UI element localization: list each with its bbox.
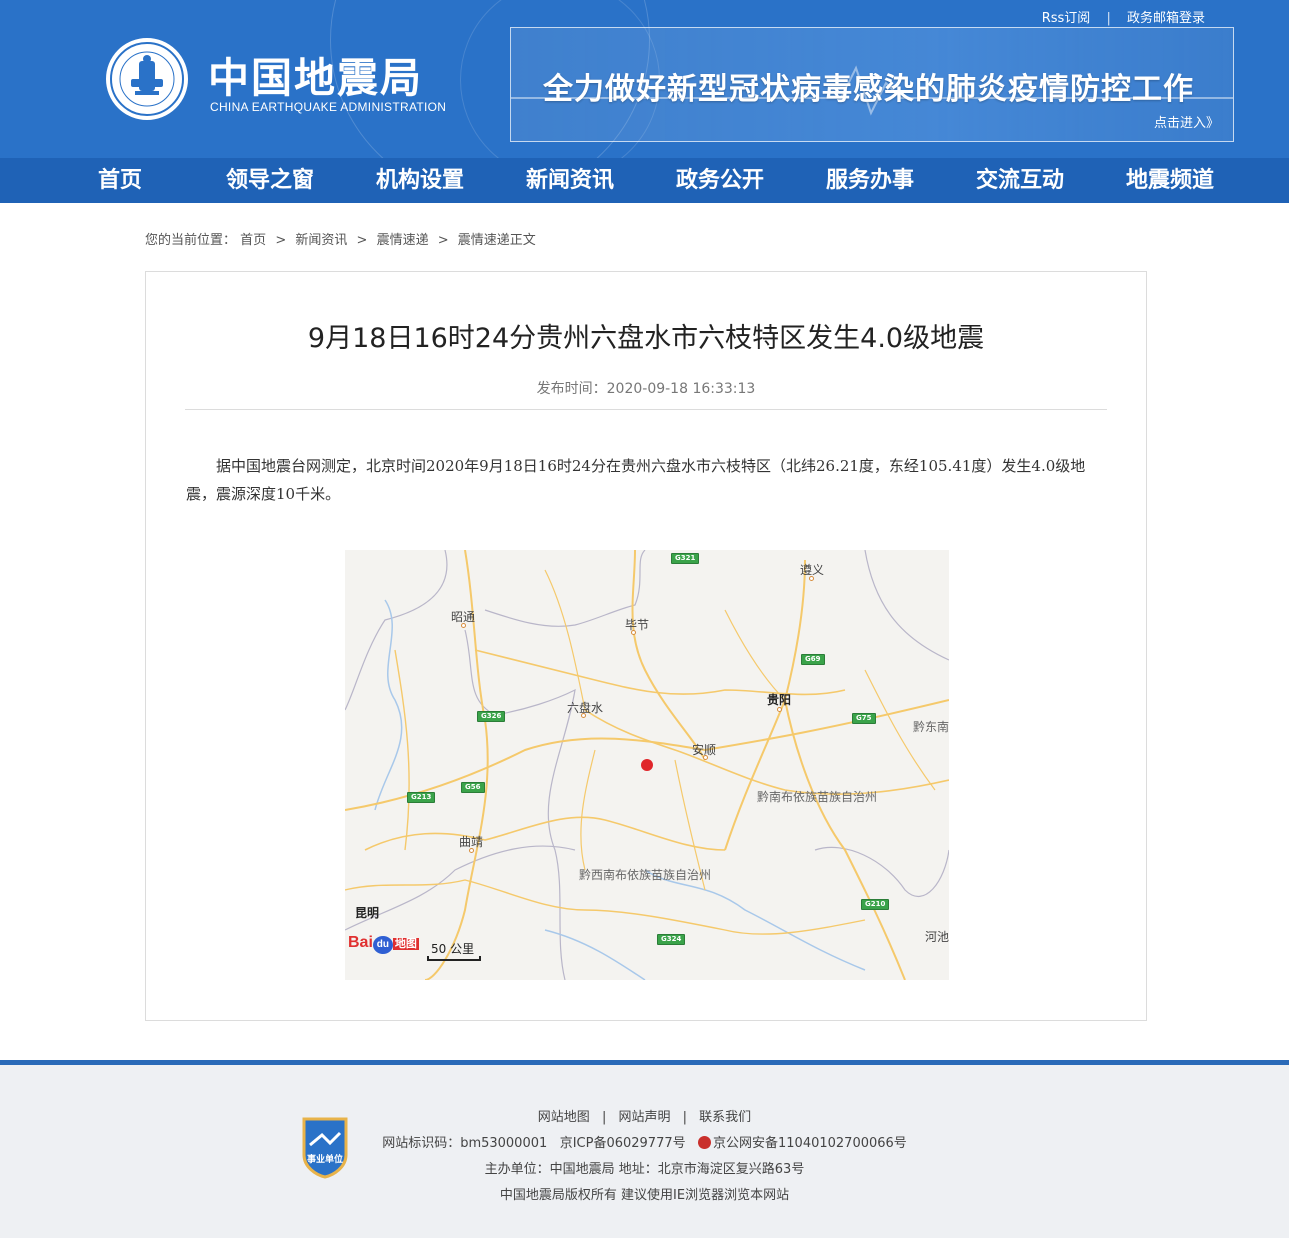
- map-city-dot: [631, 630, 636, 635]
- nav-home[interactable]: 首页: [45, 158, 195, 203]
- covid-banner[interactable]: 全力做好新型冠状病毒感染的肺炎疫情防控工作 点击进入》: [510, 27, 1234, 142]
- breadcrumb-separator: >: [437, 233, 449, 248]
- highway-shield: G324: [657, 934, 686, 945]
- article-title: 9月18日16时24分贵州六盘水市六枝特区发生4.0级地震: [307, 323, 985, 354]
- nav-leaders[interactable]: 领导之窗: [195, 158, 345, 203]
- nav-earthquake-channel[interactable]: 地震频道: [1095, 158, 1245, 203]
- contact-us-link[interactable]: 联系我们: [699, 1110, 751, 1125]
- rss-link[interactable]: Rss订阅: [1042, 11, 1091, 26]
- map-city-dot: [581, 713, 586, 718]
- police-record-link[interactable]: 京公网安备11040102700066号: [713, 1136, 907, 1151]
- divider: |: [1106, 11, 1111, 26]
- sitemap-link[interactable]: 网站地图: [538, 1110, 590, 1125]
- site-id-code: 网站标识码：bm53000001: [382, 1136, 548, 1151]
- map-city-dot: [777, 707, 782, 712]
- cea-emblem-icon[interactable]: [106, 38, 188, 120]
- baidu-map-logo[interactable]: Bai du 地图: [348, 934, 419, 954]
- highway-shield: G321: [671, 553, 700, 564]
- map-city-dot: [703, 755, 708, 760]
- breadcrumb-quake-express[interactable]: 震情速递: [377, 233, 429, 248]
- baidu-logo-text: Bai: [348, 934, 373, 951]
- divider: |: [682, 1110, 688, 1125]
- main-nav: 首页 领导之窗 机构设置 新闻资讯 政务公开 服务办事 交流互动 地震频道: [0, 158, 1289, 203]
- footer-info: 网站地图 | 网站声明 | 联系我们 网站标识码：bm53000001 京ICP…: [0, 1105, 1289, 1209]
- footer-registration-row: 网站标识码：bm53000001 京ICP备06029777号 京公网安备110…: [0, 1131, 1289, 1157]
- highway-shield: G75: [852, 713, 876, 724]
- map-city-label: 毕节: [625, 618, 650, 632]
- nav-news[interactable]: 新闻资讯: [495, 158, 645, 203]
- divider: |: [601, 1110, 607, 1125]
- map-city-dot: [469, 848, 474, 853]
- highway-shield: G69: [801, 654, 825, 665]
- banner-enter-link[interactable]: 点击进入》: [1154, 112, 1219, 131]
- map-region-label: 黔南布依族苗族自治州: [757, 790, 878, 804]
- map-city-label: 贵阳: [767, 693, 792, 707]
- map-region-label: 黔东南: [913, 720, 949, 734]
- map-region-label: 黔西南布依族苗族自治州: [579, 868, 712, 882]
- nav-interaction[interactable]: 交流互动: [945, 158, 1095, 203]
- epicenter-map[interactable]: 遵义 昭通 毕节 贵阳 六盘水 安顺 黔东南 黔南布依族苗族自治州 曲靖 黔西南…: [345, 550, 949, 980]
- footer-copyright: 中国地震局版权所有 建议使用IE浏览器浏览本网站: [499, 1188, 790, 1203]
- breadcrumb-current: 震情速递正文: [457, 233, 536, 248]
- baidu-paw-icon: du: [372, 936, 393, 954]
- site-footer: 事业单位 网站地图 | 网站声明 | 联系我们 网站标识码：bm53000001…: [0, 1060, 1289, 1238]
- site-logo-title[interactable]: 中国地震局: [208, 44, 423, 104]
- highway-shield: G56: [461, 782, 485, 793]
- map-city-label: 河池: [925, 930, 949, 944]
- article-body: 据中国地震台网测定，北京时间2020年9月18日16时24分在贵州六盘水市六枝特…: [186, 457, 1086, 503]
- map-city-label: 昆明: [355, 906, 380, 920]
- nav-government-affairs[interactable]: 政务公开: [645, 158, 795, 203]
- breadcrumb-separator: >: [356, 233, 368, 248]
- baidu-logo-map-text: 地图: [392, 938, 419, 950]
- mail-login-link[interactable]: 政务邮箱登录: [1127, 11, 1205, 26]
- breadcrumb-separator: >: [275, 233, 287, 248]
- police-badge-icon: [698, 1136, 712, 1149]
- map-city-dot: [809, 576, 814, 581]
- nav-services[interactable]: 服务办事: [795, 158, 945, 203]
- breadcrumb: 您的当前位置： 首页 > 新闻资讯 > 震情速递 > 震情速递正文: [145, 229, 536, 248]
- highway-shield: G213: [407, 792, 436, 803]
- map-scale-label: 50 公里: [431, 942, 475, 956]
- publish-time: 发布时间：2020-09-18 16:33:13: [536, 381, 756, 397]
- divider: [185, 409, 1107, 410]
- breadcrumb-prefix: 您的当前位置：: [145, 233, 237, 248]
- site-header: Rss订阅 | 政务邮箱登录 中国地震局 CHINA EARTHQUAKE AD…: [0, 0, 1289, 158]
- nav-organization[interactable]: 机构设置: [345, 158, 495, 203]
- breadcrumb-news[interactable]: 新闻资讯: [295, 233, 347, 248]
- footer-links-row: 网站地图 | 网站声明 | 联系我们: [0, 1105, 1289, 1131]
- highway-shield: G210: [861, 899, 890, 910]
- icp-link[interactable]: 京ICP备06029777号: [560, 1136, 686, 1151]
- map-scale-bar: [427, 956, 481, 961]
- epicenter-marker-icon[interactable]: [641, 759, 653, 771]
- site-logo-subtitle: CHINA EARTHQUAKE ADMINISTRATION: [210, 100, 447, 114]
- breadcrumb-home[interactable]: 首页: [240, 233, 266, 248]
- highway-shield: G326: [477, 711, 506, 722]
- footer-host: 主办单位：中国地震局 地址：北京市海淀区复兴路63号: [484, 1162, 805, 1177]
- map-city-dot: [461, 623, 466, 628]
- top-links: Rss订阅 | 政务邮箱登录: [1042, 7, 1205, 26]
- article-panel: 9月18日16时24分贵州六盘水市六枝特区发生4.0级地震 发布时间：2020-…: [145, 271, 1147, 1021]
- banner-title: 全力做好新型冠状病毒感染的肺炎疫情防控工作: [543, 72, 1194, 107]
- site-statement-link[interactable]: 网站声明: [618, 1110, 670, 1125]
